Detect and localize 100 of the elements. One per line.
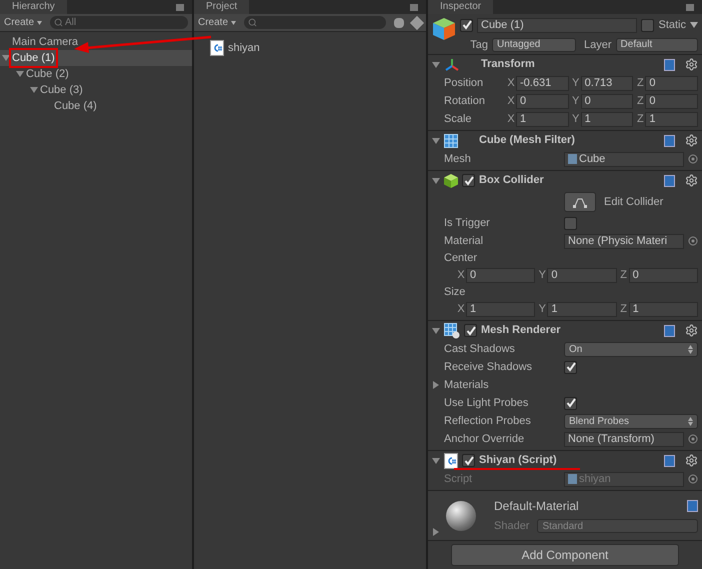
checkbox[interactable] [564,360,577,374]
help-icon[interactable] [664,324,675,336]
checkbox[interactable] [564,396,577,410]
expanded-caret-icon[interactable] [16,70,24,78]
checkbox[interactable] [460,18,473,32]
hierarchy-item[interactable]: Cube (1) [11,50,56,66]
expanded-caret-icon[interactable] [2,54,10,62]
text-field[interactable]: 1 [628,302,698,317]
text-field[interactable]: 0 [580,94,634,108]
tab-menu-icon[interactable] [176,4,184,10]
component-title[interactable]: Mesh Renderer [481,322,560,339]
settings-icon[interactable] [685,174,698,187]
property-label: Material [444,234,484,249]
object-picker-icon[interactable] [688,154,698,164]
object-field[interactable]: None (Transform) [564,432,684,446]
expanded-caret-icon[interactable] [432,176,440,184]
component-title[interactable]: Transform [481,56,535,73]
search-field[interactable] [244,16,386,29]
dropdown[interactable]: Blend Probes [564,414,698,428]
property-label: Use Light Probes [444,396,530,411]
expanded-caret-icon[interactable] [432,456,440,464]
edit-collider-button[interactable] [564,192,596,212]
hierarchy-item[interactable]: Cube (3) [39,82,84,98]
text-field[interactable]: 1 [580,112,634,126]
collapsed-caret-icon[interactable] [432,528,440,536]
hierarchy-item[interactable]: Cube (2) [25,66,70,82]
static-label: Static [658,18,686,33]
checkbox[interactable] [641,18,654,32]
layer-dropdown[interactable]: Default [616,38,698,52]
help-icon[interactable] [664,174,675,186]
help-icon[interactable] [664,134,675,146]
tab-menu-icon[interactable] [686,4,694,10]
cube-icon [432,17,456,43]
object-picker-icon[interactable] [688,474,698,484]
expanded-caret-icon[interactable] [30,86,38,94]
hierarchy-row[interactable]: Cube (3) [0,82,192,98]
text-field[interactable]: 1 [516,112,569,126]
text-field[interactable]: 0 [645,94,698,108]
create-menu[interactable]: Create [4,15,42,30]
help-icon[interactable] [687,500,698,512]
add-component-button[interactable]: Add Component [451,544,679,566]
settings-icon[interactable] [685,134,698,147]
mesh-renderer-icon [444,322,460,338]
object-field[interactable]: None (Physic Materi [564,234,684,248]
create-menu[interactable]: Create [198,15,236,30]
axis-label: Z [619,302,628,318]
text-field[interactable]: 1 [645,112,698,126]
component-title[interactable]: Box Collider [479,172,544,189]
hierarchy-row[interactable]: Cube (2) [0,66,192,82]
panel-tab[interactable]: Project [194,0,250,14]
object-picker-icon[interactable] [688,434,698,444]
text-field[interactable]: 0.713 [580,76,634,90]
filter-type-icon[interactable] [394,18,404,28]
text-field[interactable]: 1 [547,302,617,317]
checkbox[interactable] [464,324,477,337]
help-icon[interactable] [664,454,675,466]
hierarchy-row[interactable]: Cube (4) [0,98,192,114]
text-field[interactable]: 0 [466,268,536,283]
dropdown-caret-icon [37,20,42,24]
object-picker-icon[interactable] [688,236,698,246]
checkbox[interactable] [462,174,475,187]
component-title[interactable]: Shiyan (Script) [479,452,557,469]
foldout-label[interactable]: Materials [444,376,489,394]
hierarchy-item[interactable]: Main Camera [11,34,80,50]
settings-icon[interactable] [685,454,698,467]
component-title[interactable]: Cube (Mesh Filter) [479,132,575,149]
expanded-caret-icon[interactable] [432,326,440,334]
expanded-caret-icon[interactable] [432,136,440,144]
search-placeholder: All [65,16,76,30]
settings-icon[interactable] [685,324,698,337]
dropdown-caret-icon[interactable] [690,22,698,28]
dropdown[interactable]: On [564,342,698,356]
text-field[interactable]: 0 [645,76,698,90]
panel-tab[interactable]: Inspector [428,0,494,14]
checkbox[interactable] [564,216,577,230]
text-field[interactable]: 1 [466,302,536,317]
axes-icon [444,56,460,72]
cube-icon [444,174,458,188]
tab-menu-icon[interactable] [410,4,418,10]
tag-dropdown[interactable]: Untagged [492,38,576,52]
text-field[interactable]: 0 [628,268,698,283]
help-icon[interactable] [664,58,675,70]
hierarchy-row[interactable]: Main Camera [0,34,192,50]
settings-icon[interactable] [685,58,698,71]
text-field[interactable]: 0 [516,94,569,108]
collapsed-caret-icon[interactable] [432,381,440,389]
asset-name[interactable]: shiyan [228,40,260,56]
text-field[interactable]: -0.631 [516,76,569,90]
object-field[interactable]: Cube [564,152,684,166]
hierarchy-item[interactable]: Cube (4) [53,98,98,114]
hierarchy-row[interactable]: Cube (1) [0,50,192,66]
expanded-caret-icon[interactable] [432,60,440,68]
tag-icon[interactable] [410,15,424,30]
object-name-field[interactable]: Cube (1) [477,18,638,33]
axis-label: Y [538,268,547,284]
panel-tab[interactable]: Hierarchy [0,0,67,14]
object-value: None (Transform) [568,432,654,446]
text-field[interactable]: 0 [547,268,617,283]
checkbox[interactable] [462,454,475,467]
checkmark-icon [566,398,576,408]
